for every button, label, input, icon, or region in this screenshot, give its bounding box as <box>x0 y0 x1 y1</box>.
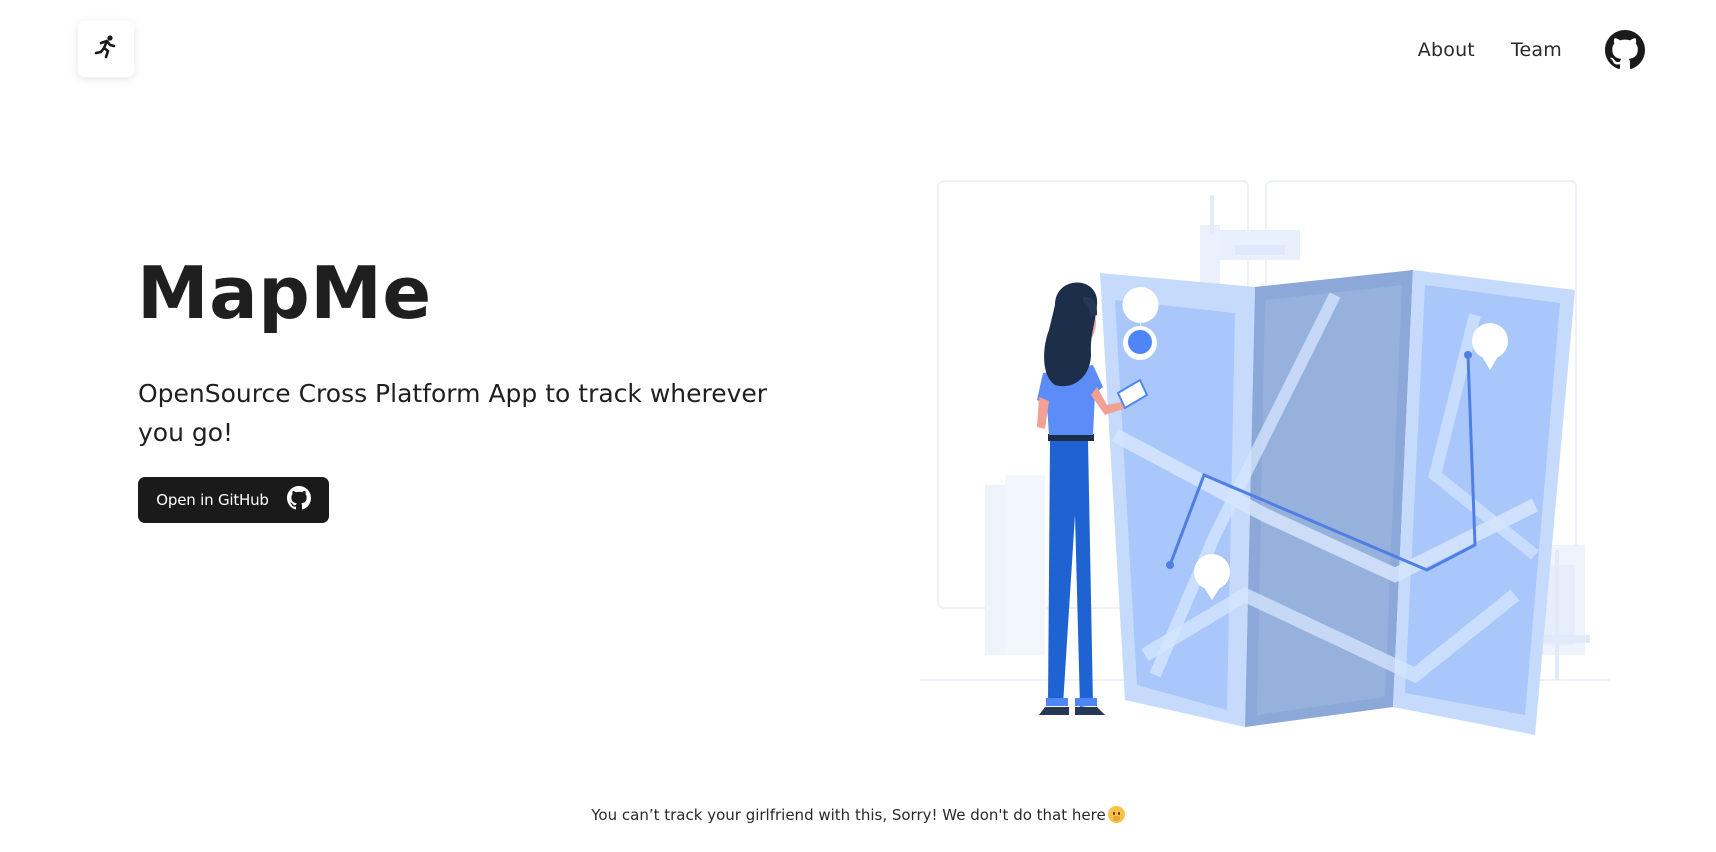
woman-reading-map-illustration <box>915 175 1615 745</box>
github-icon <box>286 486 311 514</box>
hero-subtitle: OpenSource Cross Platform App to track w… <box>138 379 768 447</box>
face-with-hand-over-mouth-emoji <box>1107 806 1125 823</box>
footer-text: You can’t track your girlfriend with thi… <box>591 806 1106 824</box>
github-icon[interactable] <box>1604 29 1646 71</box>
runner-icon <box>93 34 119 64</box>
open-in-github-button[interactable]: Open in GitHub <box>138 477 329 523</box>
footer-note: You can’t track your girlfriend with thi… <box>0 806 1716 824</box>
page: About Team MapMe OpenSource Cross Platfo… <box>0 0 1716 852</box>
page-title: MapMe <box>137 251 432 335</box>
top-nav: About Team <box>1418 28 1646 72</box>
open-in-github-label: Open in GitHub <box>156 491 269 509</box>
nav-team-link[interactable]: Team <box>1511 39 1562 61</box>
logo-button[interactable] <box>78 21 134 77</box>
nav-about-link[interactable]: About <box>1418 39 1475 61</box>
